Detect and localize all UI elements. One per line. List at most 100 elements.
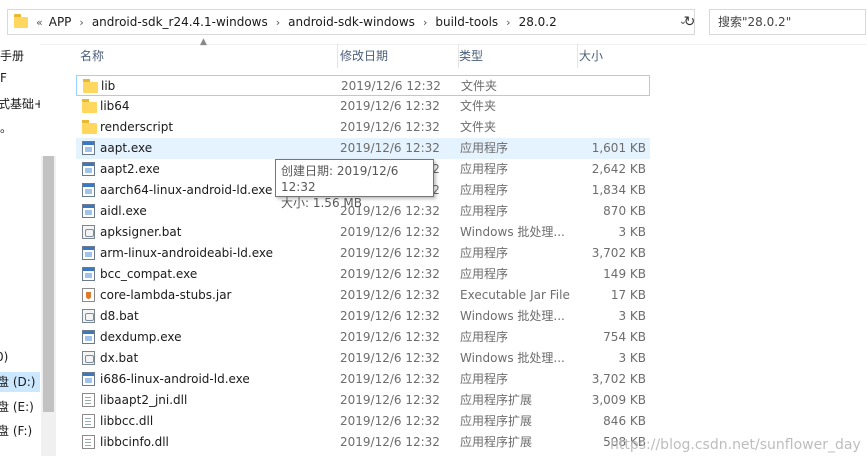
nav-item[interactable]: 式基础+功 <box>0 95 40 112</box>
file-row[interactable]: bcc_compat.exe 2019/12/6 12:32 应用程序 149 KB <box>76 264 650 285</box>
file-name: aidl.exe <box>100 204 147 218</box>
file-row[interactable]: aapt.exe 2019/12/6 12:32 应用程序 1,601 KB <box>76 138 650 159</box>
file-size: 3,009 KB <box>591 393 646 407</box>
column-header-date[interactable]: 修改日期 <box>334 44 459 68</box>
nav-item[interactable]: F <box>0 71 7 85</box>
nav-item[interactable]: 。 <box>0 119 12 136</box>
file-row[interactable]: apksigner.bat 2019/12/6 12:32 Windows 批处理.… <box>76 222 650 243</box>
file-row[interactable]: d8.bat 2019/12/6 12:32 Windows 批处理... 3 KB <box>76 306 650 327</box>
bat-icon <box>82 351 95 365</box>
folder-icon <box>83 79 98 93</box>
jar-icon <box>82 288 95 302</box>
breadcrumb-overflow[interactable]: « <box>36 16 43 29</box>
chevron-right-icon[interactable]: › <box>276 16 280 29</box>
file-type: Windows 批处理... <box>460 351 565 365</box>
file-row[interactable]: libbcinfo.dll 2019/12/6 12:32 应用程序扩展 508 KB <box>76 432 650 453</box>
breadcrumb-app[interactable]: APP <box>49 15 72 29</box>
column-header-name[interactable]: 名称 <box>76 44 338 68</box>
tooltip-size: 大小: 1.56 MB <box>281 196 362 210</box>
chevron-right-icon[interactable]: › <box>423 16 427 29</box>
exe-icon <box>82 372 95 386</box>
address-bar[interactable]: « APP › android-sdk_r24.4.1-windows › an… <box>7 9 695 35</box>
file-name: renderscript <box>100 120 174 134</box>
navigation-pane: 手册 F 式基础+功 。 0) 盘 (D:) 盘 (E:) 盘 (F:) <box>0 44 40 464</box>
column-header-type[interactable]: 类型 <box>453 44 578 68</box>
watermark: https://blog.csdn.net/sunflower_day <box>610 437 861 453</box>
file-row[interactable]: dx.bat 2019/12/6 12:32 Windows 批处理... 3 KB <box>76 348 650 369</box>
file-name: libbcinfo.dll <box>100 435 169 449</box>
file-size <box>566 96 646 117</box>
file-row[interactable]: dexdump.exe 2019/12/6 12:32 应用程序 754 KB <box>76 327 650 348</box>
file-name: i686-linux-android-ld.exe <box>100 372 250 386</box>
exe-icon <box>82 267 95 281</box>
file-name: libaapt2_jni.dll <box>100 393 188 407</box>
dll-icon <box>82 435 95 449</box>
nav-scrollbar-thumb[interactable] <box>43 156 54 412</box>
file-date: 2019/12/6 12:32 <box>340 246 440 260</box>
exe-icon <box>82 204 95 218</box>
file-size: 3 KB <box>618 309 646 323</box>
file-size: 870 KB <box>603 204 646 218</box>
file-date: 2019/12/6 12:32 <box>340 330 440 344</box>
file-name: aarch64-linux-android-ld.exe <box>100 183 273 197</box>
breadcrumb-current[interactable]: 28.0.2 <box>519 15 557 29</box>
file-name: dx.bat <box>100 351 139 365</box>
nav-item[interactable]: 0) <box>0 350 8 364</box>
file-size: 3,702 KB <box>591 372 646 386</box>
breadcrumb-build-tools[interactable]: build-tools <box>435 15 498 29</box>
file-type: 应用程序 <box>460 330 509 344</box>
chevron-right-icon[interactable]: › <box>506 16 510 29</box>
file-type: 应用程序 <box>460 267 509 281</box>
file-type: 应用程序扩展 <box>460 435 533 449</box>
file-type: 应用程序 <box>460 183 509 197</box>
file-type: 文件夹 <box>460 99 497 113</box>
nav-item-drive-e[interactable]: 盘 (E:) <box>0 398 34 415</box>
file-type: 应用程序 <box>460 246 509 260</box>
exe-icon <box>82 141 95 155</box>
file-row[interactable]: renderscript 2019/12/6 12:32 文件夹 <box>76 117 650 138</box>
file-row[interactable]: libaapt2_jni.dll 2019/12/6 12:32 应用程序扩展 3,0… <box>76 390 650 411</box>
file-type: Executable Jar File <box>460 288 570 302</box>
file-type: 文件夹 <box>460 120 497 134</box>
dll-icon <box>82 414 95 428</box>
file-size <box>566 117 646 138</box>
file-row[interactable]: core-lambda-stubs.jar 2019/12/6 12:32 Exec… <box>76 285 650 306</box>
file-name: core-lambda-stubs.jar <box>100 288 232 302</box>
breadcrumb-android-sdk-r24[interactable]: android-sdk_r24.4.1-windows <box>92 15 268 29</box>
refresh-icon[interactable]: ↻ <box>679 9 700 35</box>
file-date: 2019/12/6 12:32 <box>340 99 440 113</box>
folder-icon <box>14 13 28 28</box>
file-name: aapt.exe <box>100 141 153 155</box>
file-type: Windows 批处理... <box>460 225 565 239</box>
file-size: 3 KB <box>618 351 646 365</box>
file-row[interactable]: i686-linux-android-ld.exe 2019/12/6 12:32… <box>76 369 650 390</box>
file-row[interactable]: arm-linux-androideabi-ld.exe 2019/12/6 12… <box>76 243 650 264</box>
file-date: 2019/12/6 12:32 <box>340 351 440 365</box>
nav-item-drive-f[interactable]: 盘 (F:) <box>0 422 32 439</box>
address-bar-area: « APP › android-sdk_r24.4.1-windows › an… <box>0 0 866 45</box>
file-name: aapt2.exe <box>100 162 160 176</box>
file-name: libbcc.dll <box>100 414 154 428</box>
file-name: lib64 <box>100 99 130 113</box>
bat-icon <box>82 225 95 239</box>
exe-icon <box>82 183 95 197</box>
chevron-right-icon[interactable]: › <box>79 16 83 29</box>
file-size: 17 KB <box>610 288 646 302</box>
file-type: 应用程序 <box>460 204 509 218</box>
folder-icon <box>82 120 97 134</box>
file-name: apksigner.bat <box>100 225 182 239</box>
nav-item[interactable]: 手册 <box>0 47 24 64</box>
column-header-size[interactable]: 大小 <box>572 44 659 68</box>
file-size: 3 KB <box>618 225 646 239</box>
file-row[interactable]: libbcc.dll 2019/12/6 12:32 应用程序扩展 846 KB <box>76 411 650 432</box>
file-date: 2019/12/6 12:32 <box>340 372 440 386</box>
file-row[interactable]: lib 2019/12/6 12:32 文件夹 <box>76 75 650 96</box>
file-row[interactable]: lib64 2019/12/6 12:32 文件夹 <box>76 96 650 117</box>
file-name: bcc_compat.exe <box>100 267 198 281</box>
nav-item-drive-d[interactable]: 盘 (D:) <box>0 372 40 392</box>
search-input[interactable]: 搜索"28.0.2" <box>709 9 866 35</box>
file-type: 应用程序 <box>460 372 509 386</box>
file-size: 149 KB <box>603 267 646 281</box>
file-type: Windows 批处理... <box>460 309 565 323</box>
breadcrumb-android-sdk-windows[interactable]: android-sdk-windows <box>288 15 415 29</box>
